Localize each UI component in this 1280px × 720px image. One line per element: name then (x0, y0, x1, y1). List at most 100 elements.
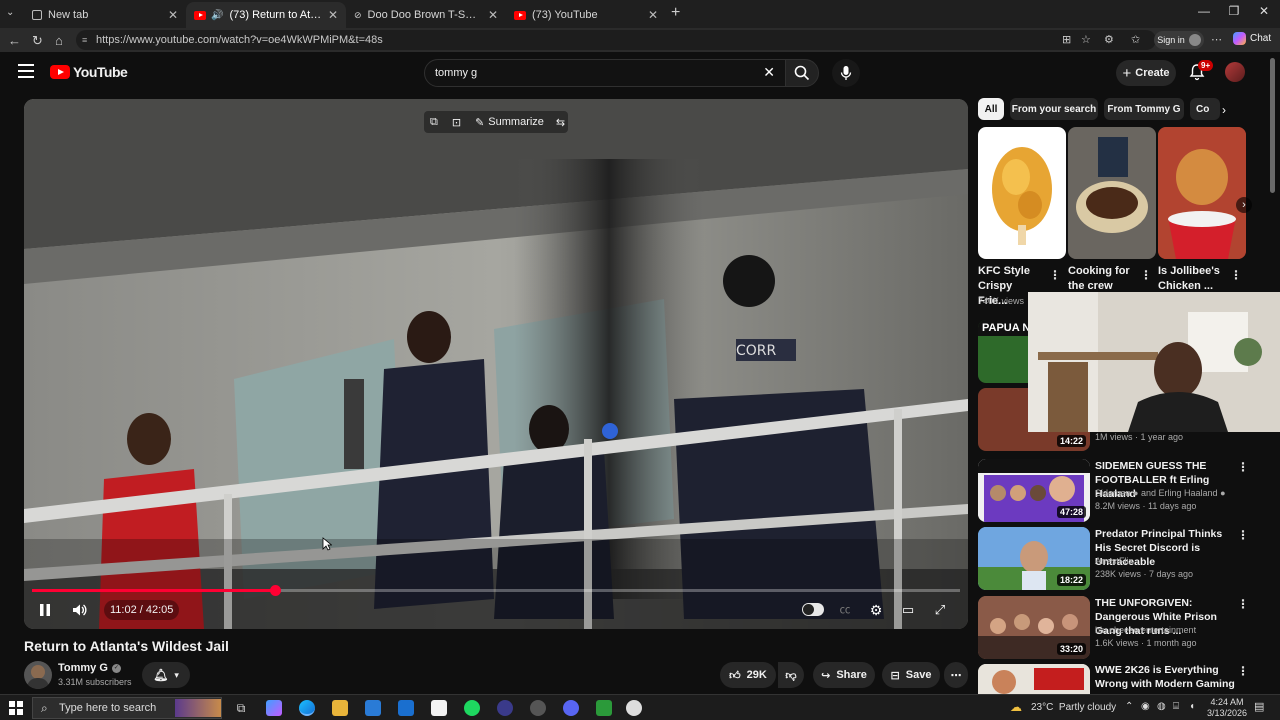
discord-icon[interactable] (563, 700, 579, 716)
signin-button[interactable]: Sign in (1154, 31, 1204, 49)
app-available-icon[interactable]: ⊞ (1062, 33, 1071, 46)
short-thumbnail[interactable] (978, 127, 1066, 259)
speaker-icon[interactable]: 🔊 (211, 10, 223, 21)
tab-youtube-home[interactable]: (73) YouTube ✕ (506, 2, 666, 28)
short-menu-icon[interactable]: ⋮ (1140, 268, 1152, 282)
fullscreen-icon[interactable]: ⤢ (931, 601, 949, 619)
clear-search-icon[interactable]: ✕ (763, 64, 775, 81)
video-thumbnail[interactable] (978, 664, 1090, 694)
store-icon[interactable] (365, 700, 381, 716)
home-icon[interactable]: ⌂ (55, 33, 63, 48)
volume-button[interactable] (71, 601, 89, 619)
video-title[interactable]: WWE 2K26 is Everything Wrong with Modern… (1095, 663, 1235, 691)
video-menu-icon[interactable]: ⋮ (1237, 528, 1249, 542)
share-button[interactable]: ↪ Share (813, 662, 875, 688)
chip-from-tommy-g[interactable]: From Tommy G (1104, 98, 1184, 120)
close-tab-icon[interactable]: ✕ (648, 8, 658, 22)
short-menu-icon[interactable]: ⋮ (1230, 268, 1242, 282)
maximize-icon[interactable]: ❐ (1222, 4, 1246, 18)
short-thumbnail[interactable] (1158, 127, 1246, 259)
search-button[interactable] (785, 59, 819, 87)
subscription-bell-button[interactable]: 🔔︎ ▾ (142, 662, 190, 688)
xbox-icon[interactable] (596, 700, 612, 716)
notification-center-icon[interactable]: ▤ (1254, 700, 1264, 713)
site-info-icon[interactable]: ≡ (82, 30, 87, 50)
page-scrollbar[interactable] (1270, 58, 1275, 193)
notifications-button[interactable]: 9+ (1189, 60, 1214, 81)
video-channel[interactable]: ArrestFlix (1095, 555, 1245, 568)
menu-icon[interactable] (18, 64, 34, 78)
create-button[interactable]: + Create (1116, 60, 1176, 86)
dislike-button[interactable]: 👎︎ (778, 662, 804, 688)
search-input[interactable] (435, 64, 745, 82)
account-avatar[interactable] (1225, 62, 1245, 82)
picture-in-picture-icon[interactable]: ⧉ (430, 116, 438, 129)
volume-icon[interactable]: ◖ (1189, 701, 1195, 712)
new-tab-button[interactable]: + (671, 4, 680, 22)
video-thumbnail[interactable]: 47:28 (978, 459, 1090, 522)
tray-app-icon[interactable]: ◍ (1157, 701, 1166, 712)
theater-mode-icon[interactable]: ▭ (899, 601, 917, 619)
video-menu-icon[interactable]: ⋮ (1237, 597, 1249, 611)
notepad-icon[interactable] (431, 700, 447, 716)
summarize-button[interactable]: ✎ Summarize (475, 116, 544, 129)
chips-next-icon[interactable]: › (1222, 103, 1226, 117)
task-view-icon[interactable]: ⧉ (233, 700, 249, 716)
short-title[interactable]: Cooking for the crew (1068, 264, 1134, 294)
copilot-chat-button[interactable]: Chat (1233, 32, 1271, 45)
video-channel[interactable]: blu cheese entertainment (1095, 624, 1245, 637)
more-actions-button[interactable]: ⋯ (944, 662, 968, 688)
visual-search-icon[interactable]: ⊡ (452, 116, 461, 129)
favorite-star-icon[interactable]: ☆ (1081, 33, 1091, 46)
file-explorer-icon[interactable] (332, 700, 348, 716)
favorites-icon[interactable]: ✩ (1131, 33, 1140, 46)
save-button[interactable]: ⊟ Save (882, 662, 940, 688)
like-button[interactable]: 👍︎ 29K (720, 662, 776, 688)
autoplay-toggle[interactable] (802, 603, 824, 616)
close-tab-icon[interactable]: ✕ (328, 8, 338, 22)
subtitles-icon[interactable]: ㏄ (836, 601, 854, 619)
app-icon[interactable] (626, 700, 642, 716)
window-close-icon[interactable]: ✕ (1252, 4, 1276, 18)
tray-app-icon[interactable]: ◉ (1141, 701, 1150, 712)
copilot-icon[interactable] (266, 700, 282, 716)
voice-search-button[interactable] (832, 59, 860, 87)
tab-list-icon[interactable]: ⌄ (6, 7, 14, 18)
minimize-icon[interactable]: — (1192, 4, 1216, 18)
refresh-icon[interactable]: ↻ (32, 33, 43, 49)
obs-icon[interactable] (530, 700, 546, 716)
chip-all[interactable]: All (978, 98, 1004, 120)
video-thumbnail[interactable]: 33:20 (978, 596, 1090, 659)
edge-icon[interactable] (299, 700, 315, 716)
extensions-icon[interactable]: ⚙ (1104, 33, 1114, 46)
tray-chevron-icon[interactable]: ⌃ (1125, 701, 1133, 712)
shorts-next-icon[interactable]: › (1236, 197, 1252, 213)
close-tab-icon[interactable]: ✕ (488, 8, 498, 22)
translate-icon[interactable]: ⇆ (556, 116, 565, 129)
video-player[interactable]: CORR (24, 99, 968, 629)
youtube-logo[interactable]: YouTube (50, 64, 128, 80)
settings-icon[interactable]: ⚙ (867, 601, 885, 619)
channel-avatar[interactable] (24, 661, 52, 689)
chip-from-your-search[interactable]: From your search (1010, 98, 1098, 120)
short-menu-icon[interactable]: ⋮ (1049, 268, 1061, 282)
channel-name-row[interactable]: Tommy G ✓ (58, 662, 121, 674)
video-menu-icon[interactable]: ⋮ (1237, 460, 1249, 474)
short-title[interactable]: Is Jollibee's Chicken ... (1158, 264, 1224, 294)
start-icon[interactable] (9, 701, 23, 715)
video-menu-icon[interactable]: ⋮ (1237, 664, 1249, 678)
tab-youtube-video[interactable]: 🔊 (73) Return to Atlanta's Wilde ✕ (186, 2, 346, 28)
weather-text[interactable]: 23°C Partly cloudy (1031, 702, 1116, 713)
mail-icon[interactable] (398, 700, 414, 716)
back-icon[interactable]: ← (8, 33, 21, 48)
pause-button[interactable] (36, 601, 54, 619)
progress-bar[interactable] (32, 585, 960, 596)
short-thumbnail[interactable] (1068, 127, 1156, 259)
video-thumbnail[interactable]: 18:22 (978, 527, 1090, 590)
taskbar-search[interactable]: ⌕ Type here to search (32, 697, 222, 719)
chip-more[interactable]: Co (1190, 98, 1220, 120)
more-icon[interactable]: ⋯ (1211, 33, 1222, 46)
tab-new-tab[interactable]: New tab ✕ (24, 2, 186, 28)
close-tab-icon[interactable]: ✕ (168, 8, 178, 22)
network-icon[interactable]: ⌸ (1173, 701, 1179, 712)
